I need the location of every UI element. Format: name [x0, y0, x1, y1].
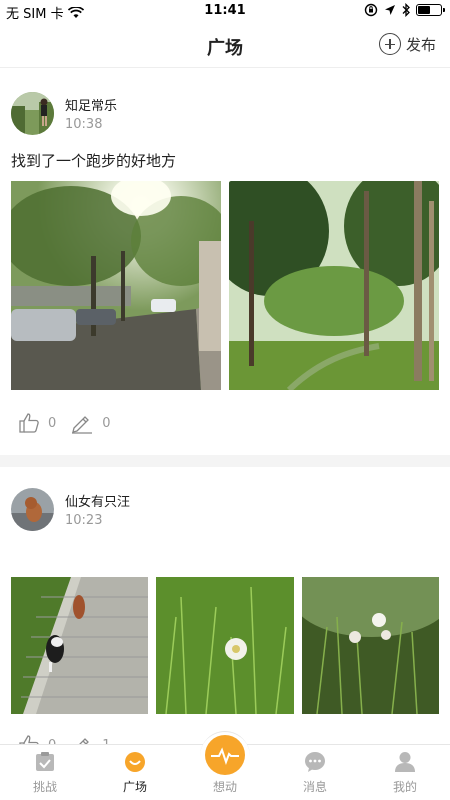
tab-label: 消息 — [302, 780, 327, 794]
publish-button[interactable]: 发布 — [378, 33, 436, 55]
tab-challenge[interactable]: 挑战 — [0, 745, 90, 800]
tab-label: 想动 — [212, 780, 237, 794]
post-divider — [0, 455, 450, 467]
pencil-icon — [72, 416, 93, 434]
location-arrow-icon — [385, 5, 395, 15]
tab-square[interactable]: 广场 — [90, 745, 180, 800]
like-button[interactable]: 0 — [18, 412, 56, 434]
orientation-lock-icon — [364, 3, 378, 17]
avatar[interactable] — [11, 488, 54, 531]
status-bar: 无 SIM 卡 11:41 — [0, 0, 450, 22]
bluetooth-icon — [402, 3, 410, 17]
username[interactable]: 仙女有只汪 — [65, 491, 130, 510]
tab-label: 我的 — [392, 780, 417, 794]
like-count: 0 — [48, 415, 57, 431]
tab-bar: 挑战 广场 想动 消息 我的 — [0, 731, 450, 800]
tab-label: 广场 — [122, 780, 147, 794]
post-photo[interactable] — [11, 181, 221, 390]
tab-move[interactable]: 想动 — [180, 745, 270, 800]
publish-label: 发布 — [405, 35, 436, 54]
tab-label: 挑战 — [32, 780, 57, 794]
comment-button[interactable]: 0 — [70, 412, 111, 434]
status-right — [364, 3, 445, 17]
username[interactable]: 知足常乐 — [65, 95, 117, 114]
post-time: 10:23 — [65, 513, 103, 528]
challenge-icon — [36, 752, 54, 771]
post-time: 10:38 — [65, 117, 103, 132]
post-photo[interactable] — [302, 577, 439, 714]
comment-count: 0 — [102, 415, 111, 431]
square-icon — [125, 752, 145, 772]
post-photo[interactable] — [229, 181, 439, 390]
profile-icon — [395, 752, 415, 772]
tab-profile[interactable]: 我的 — [360, 745, 450, 800]
post-actions: 0 0 — [18, 412, 111, 434]
post-photo[interactable] — [11, 577, 148, 714]
plus-circle-icon — [378, 33, 401, 55]
thumbs-up-icon — [19, 413, 39, 433]
tab-message[interactable]: 消息 — [270, 745, 360, 800]
message-icon — [305, 752, 325, 772]
avatar[interactable] — [11, 92, 54, 135]
battery-fill — [418, 6, 430, 14]
nav-header: 广场 发布 — [0, 22, 450, 68]
post-text: 找到了一个跑步的好地方 — [11, 152, 177, 170]
post-photo[interactable] — [156, 577, 294, 714]
battery-icon — [416, 4, 445, 16]
